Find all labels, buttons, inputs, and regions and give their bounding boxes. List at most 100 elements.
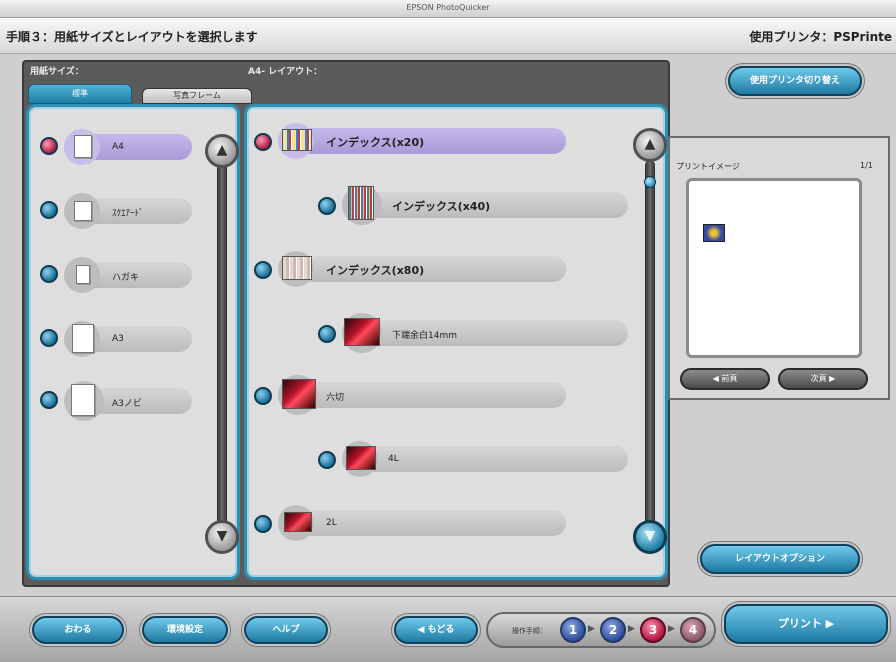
chevron-left-icon: ◀ bbox=[417, 625, 428, 635]
item-pill bbox=[278, 510, 566, 536]
window-titlebar: EPSON PhotoQuicker bbox=[0, 0, 896, 18]
layout-label: 4L bbox=[388, 454, 399, 464]
back-label: もどる bbox=[427, 625, 455, 635]
layout-item-index-40[interactable]: インデックス(x40) bbox=[318, 185, 628, 225]
help-button[interactable]: ヘルプ bbox=[244, 616, 328, 644]
scroll-up-button[interactable]: ▲ bbox=[205, 134, 239, 168]
layout-section-label: A4- レイアウト： bbox=[248, 67, 323, 77]
scroll-down-button[interactable]: ▼ bbox=[633, 520, 667, 554]
photo-icon bbox=[344, 318, 380, 346]
paper-icon bbox=[76, 265, 90, 284]
radio-button[interactable] bbox=[40, 201, 58, 219]
prev-page-label: 前頁 bbox=[721, 374, 738, 383]
paper-size-item-postcard[interactable]: ハガキ bbox=[40, 257, 192, 293]
chevron-up-icon: ▲ bbox=[644, 136, 656, 152]
paper-size-label: A3ノビ bbox=[112, 399, 142, 409]
scroll-down-button[interactable]: ▼ bbox=[205, 520, 239, 554]
env-settings-button[interactable]: 環境設定 bbox=[142, 616, 228, 644]
item-pill bbox=[342, 320, 628, 346]
layout-label: インデックス(x20) bbox=[326, 136, 425, 149]
radio-button[interactable] bbox=[318, 197, 336, 215]
paper-icon bbox=[72, 324, 94, 353]
radio-button[interactable] bbox=[254, 515, 272, 533]
step-title: 手順３：用紙サイズとレイアウトを選択します bbox=[6, 30, 258, 44]
step-3[interactable]: 3 bbox=[640, 617, 666, 643]
step-arrow-icon: ▶ bbox=[628, 624, 635, 634]
back-button[interactable]: ◀ もどる bbox=[394, 616, 478, 644]
step-arrow-icon: ▶ bbox=[588, 624, 595, 634]
step-2[interactable]: 2 bbox=[600, 617, 626, 643]
layout-item-4l[interactable]: 4L bbox=[318, 441, 628, 477]
paper-size-label: A3 bbox=[112, 334, 124, 344]
index-icon bbox=[282, 129, 312, 151]
chevron-right-icon: ▶ bbox=[821, 617, 835, 630]
printer-label: 使用プリンタ：PSPrinte bbox=[749, 30, 892, 44]
chevron-up-icon: ▲ bbox=[216, 142, 228, 158]
layout-item-index-20[interactable]: インデックス(x20) bbox=[254, 123, 566, 159]
step-arrow-icon: ▶ bbox=[668, 624, 675, 634]
radio-button[interactable] bbox=[254, 261, 272, 279]
paper-size-item-a4[interactable]: A4 bbox=[40, 129, 192, 165]
print-preview bbox=[686, 178, 862, 358]
next-page-button[interactable]: 次頁 ▶ bbox=[778, 368, 868, 390]
layout-label: 2L bbox=[326, 518, 337, 528]
paper-size-item-a3-nobi[interactable]: A3ノビ bbox=[40, 381, 192, 421]
paper-icon bbox=[74, 135, 92, 158]
layout-item-rokugiri[interactable]: 六切 bbox=[254, 375, 566, 415]
paper-size-section-label: 用紙サイズ： bbox=[30, 67, 84, 77]
exit-button[interactable]: おわる bbox=[32, 616, 124, 644]
print-button[interactable]: プリント ▶ bbox=[724, 604, 888, 644]
tab-standard[interactable]: 標準 bbox=[28, 84, 132, 104]
header-bar: 手順３：用紙サイズとレイアウトを選択します 使用プリンタ：PSPrinte bbox=[0, 18, 896, 54]
paper-size-scrollbar[interactable] bbox=[217, 160, 227, 530]
scroll-thumb[interactable] bbox=[644, 176, 656, 188]
preview-thumbnail bbox=[703, 224, 725, 242]
radio-button[interactable] bbox=[318, 451, 336, 469]
layout-item-2l[interactable]: 2L bbox=[254, 505, 566, 541]
window-title: EPSON PhotoQuicker bbox=[406, 3, 490, 12]
paper-size-label: ｽｸｴｱｰﾄﾞ bbox=[112, 209, 144, 219]
item-pill bbox=[342, 446, 628, 472]
radio-button[interactable] bbox=[40, 391, 58, 409]
tab-photo-frame[interactable]: 写真フレーム bbox=[142, 88, 252, 104]
radio-button[interactable] bbox=[40, 265, 58, 283]
paper-size-item-square[interactable]: ｽｸｴｱｰﾄﾞ bbox=[40, 193, 192, 229]
item-pill bbox=[278, 382, 566, 408]
prev-page-button[interactable]: ◀ 前頁 bbox=[680, 368, 770, 390]
print-image-label: プリントイメージ bbox=[676, 162, 740, 171]
paper-size-label: A4 bbox=[112, 142, 124, 152]
radio-button[interactable] bbox=[40, 137, 58, 155]
paper-icon bbox=[74, 201, 92, 221]
layout-label: インデックス(x40) bbox=[392, 200, 491, 213]
scroll-up-button[interactable]: ▲ bbox=[633, 128, 667, 162]
layout-label: インデックス(x80) bbox=[326, 264, 425, 277]
photo-icon bbox=[282, 379, 316, 409]
radio-button[interactable] bbox=[40, 329, 58, 347]
steps-label: 操作手順： bbox=[512, 627, 547, 635]
step-4: 4 bbox=[680, 617, 706, 643]
chevron-right-icon: ▶ bbox=[826, 374, 836, 383]
layout-label: 六切 bbox=[326, 393, 345, 403]
layout-label: 下端余白14mm bbox=[392, 331, 457, 341]
photo-icon bbox=[284, 512, 312, 532]
radio-button[interactable] bbox=[318, 325, 336, 343]
radio-button[interactable] bbox=[254, 387, 272, 405]
photo-icon bbox=[346, 446, 376, 470]
index-light-icon bbox=[282, 256, 312, 280]
layout-scrollbar[interactable] bbox=[645, 160, 655, 530]
next-page-label: 次頁 bbox=[810, 374, 827, 383]
chevron-down-icon: ▼ bbox=[216, 528, 228, 544]
step-1[interactable]: 1 bbox=[560, 617, 586, 643]
layout-item-bottom-margin[interactable]: 下端余白14mm bbox=[318, 313, 628, 353]
index-dense-icon bbox=[348, 186, 374, 220]
switch-printer-button[interactable]: 使用プリンタ切り替え bbox=[728, 66, 862, 96]
layout-item-index-80[interactable]: インデックス(x80) bbox=[254, 251, 566, 287]
paper-icon bbox=[71, 384, 95, 416]
page-count: 1/1 bbox=[860, 161, 873, 170]
print-label: プリント bbox=[777, 617, 822, 630]
paper-size-label: ハガキ bbox=[112, 273, 140, 283]
radio-button[interactable] bbox=[254, 133, 272, 151]
paper-size-item-a3[interactable]: A3 bbox=[40, 321, 192, 357]
layout-option-button[interactable]: レイアウトオプション bbox=[700, 544, 860, 574]
chevron-down-icon: ▼ bbox=[644, 528, 656, 544]
